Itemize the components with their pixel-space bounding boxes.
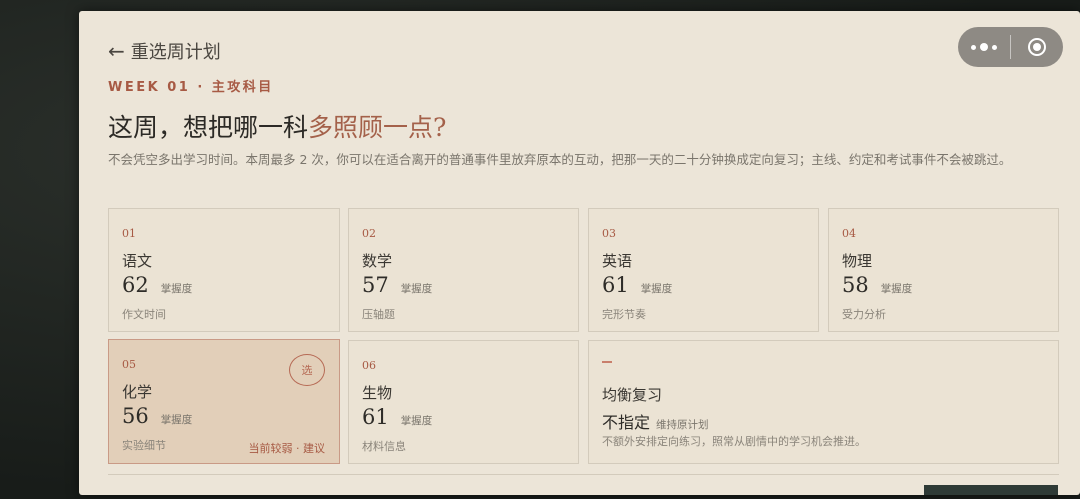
subject-name: 生物	[362, 384, 393, 402]
score-row: 61 掌握度	[602, 273, 672, 297]
confirm-button[interactable]	[924, 485, 1058, 495]
weak-point-note: 完形节奏	[602, 308, 646, 321]
weak-point-note: 实验细节	[122, 439, 166, 452]
subject-name: 英语	[602, 252, 633, 270]
mastery-score: 62	[122, 273, 149, 297]
subject-name: 数学	[362, 252, 393, 270]
card-number: 01	[122, 227, 136, 240]
score-row: 57 掌握度	[362, 273, 432, 297]
arrow-left-icon: ←	[108, 39, 125, 63]
back-button[interactable]: ← 重选周计划	[108, 38, 221, 64]
select-badge[interactable]: 选	[289, 354, 325, 386]
mastery-label: 掌握度	[160, 283, 193, 295]
title-prefix: 这周，想把哪一科	[108, 113, 309, 142]
mastery-label: 掌握度	[880, 283, 913, 295]
week-kicker: WEEK 01 · 主攻科目	[108, 80, 274, 95]
weak-point-note: 受力分析	[842, 308, 886, 321]
balanced-row: 不指定 维持原计划	[602, 409, 709, 433]
score-row: 58 掌握度	[842, 273, 912, 297]
balanced-title: 均衡复习	[602, 386, 663, 404]
score-row: 56 掌握度	[122, 404, 192, 428]
target-icon[interactable]	[1011, 27, 1063, 67]
subject-card-physics[interactable]: 04 物理 58 掌握度 受力分析	[828, 208, 1059, 332]
mastery-score: 56	[122, 404, 149, 428]
week-plan-panel: ← 重选周计划 WEEK 01 · 主攻科目 这周，想把哪一科多照顾一点? 不会…	[79, 11, 1080, 495]
page-title: 这周，想把哪一科多照顾一点?	[108, 108, 446, 144]
balanced-sub: 维持原计划	[656, 419, 709, 431]
plan-description: 不会凭空多出学习时间。本周最多 2 次，你可以在适合离开的普通事件里放弃原本的互…	[108, 152, 1012, 167]
mastery-score: 58	[842, 273, 869, 297]
mastery-score: 57	[362, 273, 389, 297]
balanced-note: 不额外安排定向练习，照常从剧情中的学习机会推进。	[602, 435, 866, 448]
weak-point-note: 作文时间	[122, 308, 166, 321]
score-row: 62 掌握度	[122, 273, 192, 297]
title-accent: 多照顾一点?	[308, 113, 447, 142]
weak-point-note: 材料信息	[362, 440, 406, 453]
balanced-review-card[interactable]: 均衡复习 不指定 维持原计划 不额外安排定向练习，照常从剧情中的学习机会推进。	[588, 340, 1059, 464]
score-row: 61 掌握度	[362, 405, 432, 429]
back-label: 重选周计划	[130, 42, 221, 63]
mastery-label: 掌握度	[400, 283, 433, 295]
mastery-label: 掌握度	[640, 283, 673, 295]
balanced-main: 不指定	[602, 413, 651, 432]
subject-card-math[interactable]: 02 数学 57 掌握度 压轴题	[348, 208, 579, 332]
weak-suggestion-tag: 当前较弱 · 建议	[248, 442, 326, 455]
mastery-label: 掌握度	[160, 414, 193, 426]
mini-program-capsule	[958, 27, 1063, 67]
card-number: 03	[602, 227, 616, 240]
divider	[108, 474, 1059, 475]
subject-card-english[interactable]: 03 英语 61 掌握度 完形节奏	[588, 208, 819, 332]
subject-name: 化学	[122, 383, 153, 401]
mastery-label: 掌握度	[400, 415, 433, 427]
card-number: 04	[842, 227, 856, 240]
weak-point-note: 压轴题	[362, 308, 395, 321]
subject-card-chinese[interactable]: 01 语文 62 掌握度 作文时间	[108, 208, 340, 332]
subject-card-chemistry[interactable]: 05 化学 56 掌握度 实验细节 选 当前较弱 · 建议	[108, 339, 340, 464]
subject-name: 语文	[122, 252, 153, 270]
more-dots-icon[interactable]	[958, 27, 1010, 67]
mastery-score: 61	[362, 405, 389, 429]
dash-mark	[602, 361, 612, 363]
card-number: 02	[362, 227, 376, 240]
mastery-score: 61	[602, 273, 629, 297]
subject-name: 物理	[842, 252, 873, 270]
card-number: 05	[122, 358, 136, 371]
subject-card-biology[interactable]: 06 生物 61 掌握度 材料信息	[348, 340, 579, 464]
card-number: 06	[362, 359, 376, 372]
